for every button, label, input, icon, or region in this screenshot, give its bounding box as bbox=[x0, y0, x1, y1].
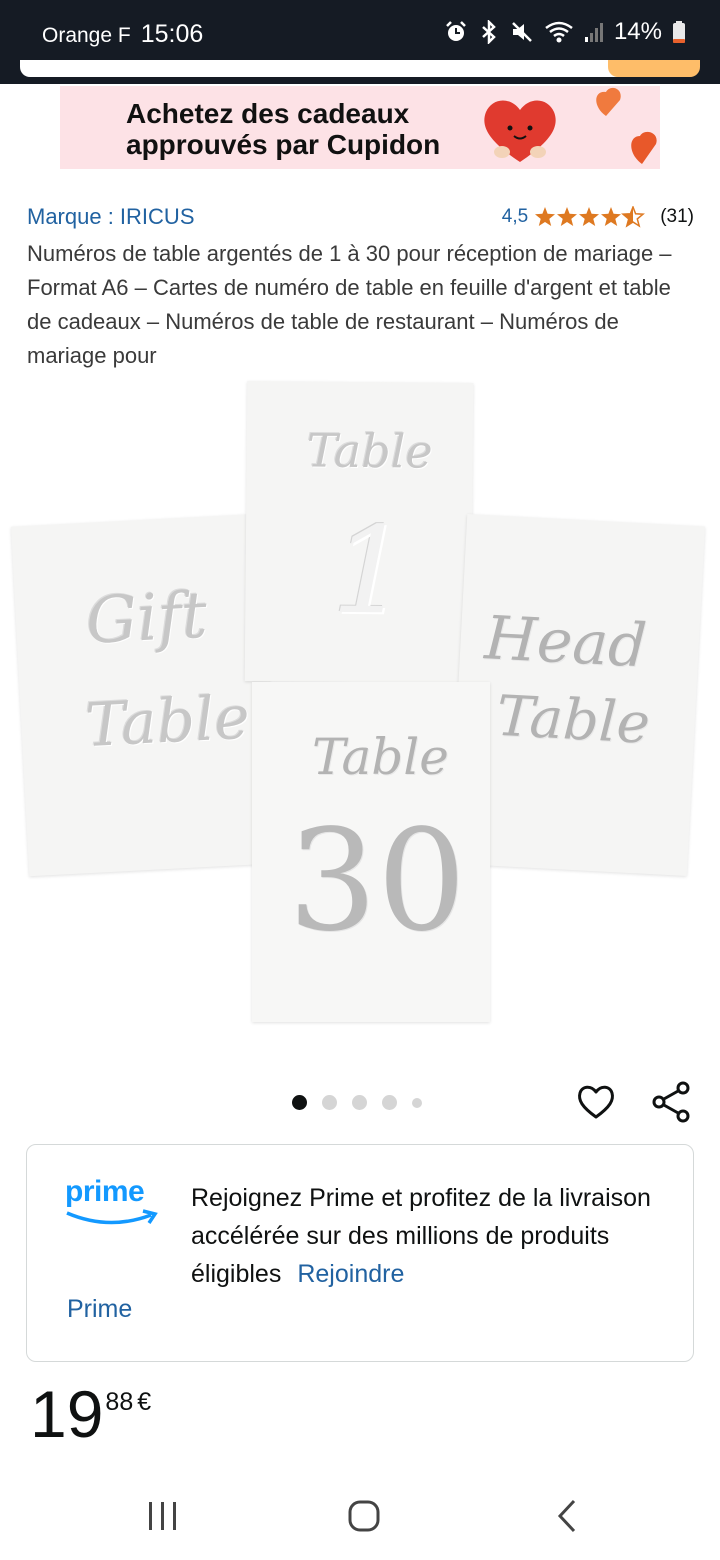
card-word: Head bbox=[483, 603, 649, 682]
status-bar: Orange F 15:06 14% bbox=[0, 0, 720, 60]
carousel-dot[interactable] bbox=[412, 1097, 422, 1108]
promo-text: Achetez des cadeaux approuvés par Cupido… bbox=[126, 98, 441, 160]
prime-link[interactable]: Prime bbox=[67, 1295, 132, 1324]
join-prime-link[interactable]: Rejoindre bbox=[297, 1260, 404, 1288]
search-bar-remnant bbox=[0, 60, 720, 84]
carousel-dots[interactable] bbox=[292, 1095, 422, 1110]
card-word: Gift bbox=[84, 578, 209, 659]
prime-logo: prime bbox=[65, 1175, 161, 1232]
navigation-bar bbox=[0, 1478, 720, 1560]
brand-rating-row: Marque : IRICUS 4,5 (31) bbox=[27, 204, 697, 234]
carousel-dot[interactable] bbox=[382, 1095, 397, 1110]
table-30-card: Table 30 bbox=[252, 682, 490, 1022]
prime-message: Rejoignez Prime et profitez de la livrai… bbox=[191, 1179, 661, 1293]
heart-icon[interactable] bbox=[576, 1082, 616, 1122]
battery-level: 14% bbox=[613, 18, 662, 45]
price: 19 88 € bbox=[30, 1378, 151, 1450]
home-icon[interactable] bbox=[346, 1498, 382, 1539]
signal-icon bbox=[584, 21, 604, 43]
share-icon[interactable] bbox=[650, 1080, 692, 1124]
price-fraction: 88 bbox=[105, 1388, 134, 1416]
card-number: 1 bbox=[331, 501, 409, 642]
card-word: Table bbox=[312, 728, 449, 786]
recent-apps-icon[interactable] bbox=[146, 1498, 180, 1539]
back-icon[interactable] bbox=[552, 1498, 582, 1539]
brand-link[interactable]: Marque : IRICUS bbox=[27, 204, 195, 230]
product-title: Numéros de table argentés de 1 à 30 pour… bbox=[27, 241, 672, 368]
price-whole: 19 bbox=[30, 1377, 104, 1451]
clock: 15:06 bbox=[140, 20, 204, 48]
table-1-card: Table 1 bbox=[244, 381, 474, 683]
carousel-dot[interactable] bbox=[292, 1095, 307, 1110]
card-word: Table bbox=[83, 682, 252, 762]
carrier-name: Orange F bbox=[42, 24, 131, 47]
card-word: Table bbox=[495, 683, 652, 757]
paper-hearts-image bbox=[570, 86, 660, 169]
carousel-dot[interactable] bbox=[322, 1095, 337, 1110]
rating-count: (31) bbox=[660, 206, 694, 227]
prime-offer-box: prime Rejoignez Prime et profitez de la … bbox=[26, 1144, 694, 1362]
alarm-icon bbox=[444, 20, 468, 44]
product-image[interactable]: Gift Table Table 1 Head Table Table 30 bbox=[11, 380, 705, 1025]
heart-plush-image bbox=[480, 92, 560, 169]
mute-icon bbox=[510, 20, 534, 44]
card-number: 30 bbox=[288, 800, 467, 963]
star-rating bbox=[534, 206, 646, 228]
price-currency: € bbox=[137, 1388, 152, 1416]
battery-icon bbox=[672, 20, 686, 44]
wifi-icon bbox=[544, 20, 574, 44]
card-word: Table bbox=[306, 423, 433, 479]
promo-banner[interactable]: Achetez des cadeaux approuvés par Cupido… bbox=[60, 86, 660, 169]
search-input[interactable] bbox=[20, 60, 680, 77]
bluetooth-icon bbox=[478, 20, 500, 44]
carousel-dot[interactable] bbox=[352, 1095, 367, 1110]
gift-table-card: Gift Table bbox=[11, 513, 279, 877]
prime-message-text: Rejoignez Prime et profitez de la livrai… bbox=[191, 1184, 651, 1288]
prime-logo-text: prime bbox=[65, 1175, 145, 1208]
search-button[interactable] bbox=[608, 60, 700, 77]
rating-value: 4,5 bbox=[501, 206, 529, 227]
rating-summary[interactable]: 4,5 (31) bbox=[502, 206, 694, 228]
